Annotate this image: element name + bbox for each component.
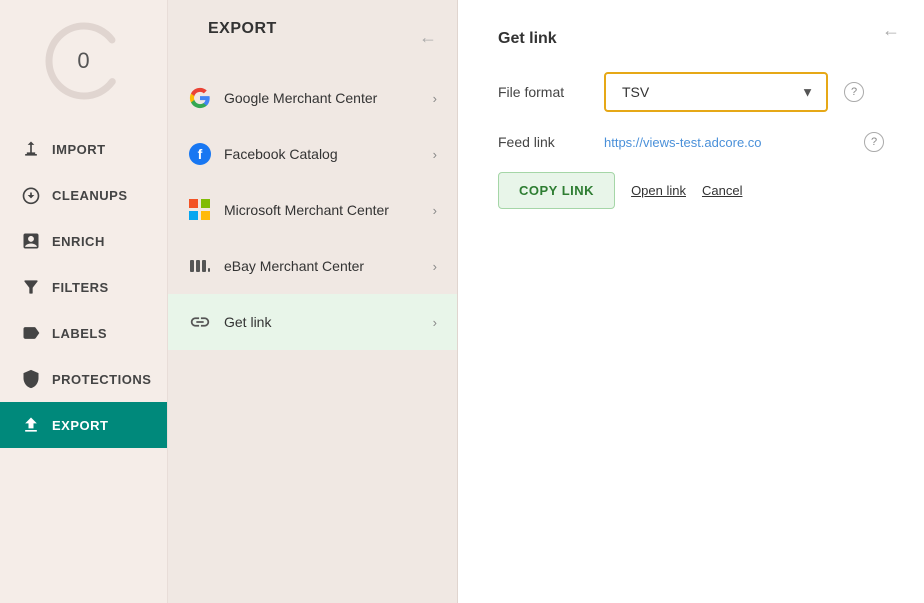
export-item-microsoft-label: Microsoft Merchant Center [224,202,421,218]
labels-icon [20,322,42,344]
sidebar-item-import[interactable]: IMPORT [0,126,167,172]
copy-link-button[interactable]: COPY LINK [498,172,615,209]
sidebar-item-labels[interactable]: LABELS [0,310,167,356]
feed-link-label: Feed link [498,134,588,150]
sidebar-item-export[interactable]: EXPORT [0,402,167,448]
microsoft-grid-icon [189,199,211,221]
middle-panel: EXPORT ← Google Merchant Center › f Face… [168,0,458,603]
sidebar-item-labels-label: LABELS [52,326,107,341]
file-format-label: File format [498,84,588,100]
import-icon [20,138,42,160]
open-link-button[interactable]: Open link [631,183,686,198]
export-item-google-label: Google Merchant Center [224,90,421,106]
link-chain-icon [189,311,211,333]
sidebar-nav: IMPORT CLEANUPS ENRICH FILTERS LABELS [0,126,167,448]
filters-icon [20,276,42,298]
right-panel-title: Get link [498,30,884,48]
sidebar: 0 IMPORT CLEANUPS ENRICH FILTERS [0,0,168,603]
sidebar-item-enrich-label: ENRICH [52,234,105,249]
export-item-ebay-label: eBay Merchant Center [224,258,421,274]
facebook-chevron-icon: › [433,147,437,162]
cleanups-icon [20,184,42,206]
facebook-brand-icon: f [188,142,212,166]
ebay-brand-icon [188,254,212,278]
sidebar-item-filters-label: FILTERS [52,280,109,295]
file-format-row: File format TSV CSV XML JSON ▼ ? [498,72,884,112]
facebook-f-icon: f [189,143,211,165]
google-chevron-icon: › [433,91,437,106]
gauge: 0 [39,16,129,106]
feed-link-help-icon[interactable]: ? [864,132,884,152]
file-format-select[interactable]: TSV CSV XML JSON [606,74,826,110]
sidebar-item-cleanups[interactable]: CLEANUPS [0,172,167,218]
sidebar-item-protections[interactable]: PROTECTIONS [0,356,167,402]
sidebar-item-enrich[interactable]: ENRICH [0,218,167,264]
middle-panel-title: EXPORT [188,20,297,54]
protections-icon [20,368,42,390]
sidebar-item-import-label: IMPORT [52,142,106,157]
microsoft-chevron-icon: › [433,203,437,218]
sidebar-item-filters[interactable]: FILTERS [0,264,167,310]
ebay-chevron-icon: › [433,259,437,274]
export-item-facebook[interactable]: f Facebook Catalog › [168,126,457,182]
sidebar-item-protections-label: PROTECTIONS [52,372,151,387]
sidebar-item-export-label: EXPORT [52,418,108,433]
export-icon [20,414,42,436]
cancel-button[interactable]: Cancel [702,183,742,198]
export-item-getlink[interactable]: Get link › [168,294,457,350]
feed-link-row: Feed link https://views-test.adcore.co ? [498,132,884,152]
export-item-facebook-label: Facebook Catalog [224,146,421,162]
getlink-brand-icon [188,310,212,334]
export-item-microsoft[interactable]: Microsoft Merchant Center › [168,182,457,238]
feed-link-value: https://views-test.adcore.co [604,135,848,150]
ebay-icon [188,254,212,278]
middle-back-button[interactable]: ← [419,27,437,48]
export-item-ebay[interactable]: eBay Merchant Center › [168,238,457,294]
export-item-getlink-label: Get link [224,314,421,330]
google-brand-icon [188,86,212,110]
gauge-value: 0 [77,48,89,74]
right-panel-back-button[interactable]: ← [882,20,900,41]
file-format-help-icon[interactable]: ? [844,82,864,102]
file-format-select-wrapper[interactable]: TSV CSV XML JSON ▼ [604,72,828,112]
export-item-google[interactable]: Google Merchant Center › [168,70,457,126]
right-panel: ← Get link File format TSV CSV XML JSON … [458,0,924,603]
sidebar-item-cleanups-label: CLEANUPS [52,188,128,203]
actions-row: COPY LINK Open link Cancel [498,172,884,209]
getlink-chevron-icon: › [433,315,437,330]
microsoft-brand-icon [188,198,212,222]
enrich-icon [20,230,42,252]
